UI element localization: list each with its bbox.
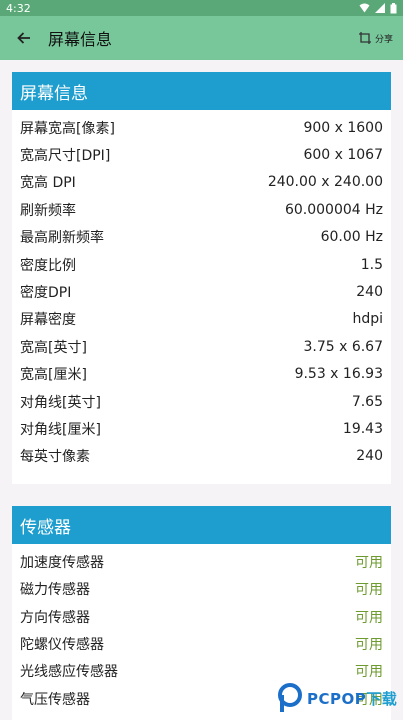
arrow-back-icon [17, 32, 30, 44]
content-scroll[interactable]: 屏幕信息 屏幕宽高[像素] 900 x 1600 宽高尺寸[DPI] 600 x 1… [0, 60, 403, 720]
back-button[interactable] [0, 16, 48, 60]
list-item: 磁力传感器 可用 [20, 575, 383, 602]
status-badge: 可用 [355, 636, 383, 653]
list-item: 方向传感器 可用 [20, 603, 383, 630]
list-item: 密度DPI 240 [20, 284, 383, 302]
share-label: 分享 [374, 34, 393, 45]
list-item: 对角线[厘米] 19.43 [20, 420, 383, 438]
list-item: 加速度传感器 可用 [20, 548, 383, 575]
list-item: 陀螺仪传感器 可用 [20, 630, 383, 657]
status-badge: 可用 [355, 554, 383, 571]
list-item: 密度比例 1.5 [20, 256, 383, 274]
status-badge: 可用 [355, 582, 383, 599]
card-gap [0, 484, 403, 494]
status-badge: 可用 [355, 664, 383, 681]
screen-info-list: 屏幕宽高[像素] 900 x 1600 宽高尺寸[DPI] 600 x 1067 宽… [12, 110, 391, 484]
signal-icon [375, 3, 385, 13]
sensor-header: 传感器 [12, 506, 391, 545]
page-title: 屏幕信息 [48, 30, 113, 49]
watermark-logo: PCPOP下载 [277, 680, 401, 716]
status-time: 4:32 [6, 1, 31, 15]
list-item: 每英寸像素 240 [20, 448, 383, 466]
list-item: 最高刷新频率 60.00 Hz [20, 229, 383, 247]
share-button[interactable]: 分享 [348, 16, 403, 60]
list-item: 宽高 DPI 240.00 x 240.00 [20, 174, 383, 192]
pcpop-logo-icon [278, 683, 302, 712]
list-item: 宽高[英寸] 3.75 x 6.67 [20, 338, 383, 356]
screen-info-card: 屏幕信息 屏幕宽高[像素] 900 x 1600 宽高尺寸[DPI] 600 x 1… [12, 72, 391, 485]
list-item: 刷新频率 60.000004 Hz [20, 201, 383, 219]
status-bar: 4:32 [0, 0, 403, 16]
battery-icon [390, 2, 397, 13]
list-item: 屏幕宽高[像素] 900 x 1600 [20, 119, 383, 137]
list-item: 宽高尺寸[DPI] 600 x 1067 [20, 147, 383, 165]
list-item: 对角线[英寸] 7.65 [20, 393, 383, 411]
wifi-icon [359, 3, 370, 13]
screen-info-header: 屏幕信息 [12, 72, 391, 110]
status-icons [359, 2, 397, 14]
app-bar: 屏幕信息 分享 [0, 16, 403, 60]
watermark-text: PCPOP下载 [307, 689, 398, 708]
screenshot-icon [358, 32, 371, 44]
status-badge: 可用 [355, 609, 383, 626]
list-item: 宽高[厘米] 9.53 x 16.93 [20, 366, 383, 384]
list-item: 屏幕密度 hdpi [20, 311, 383, 329]
